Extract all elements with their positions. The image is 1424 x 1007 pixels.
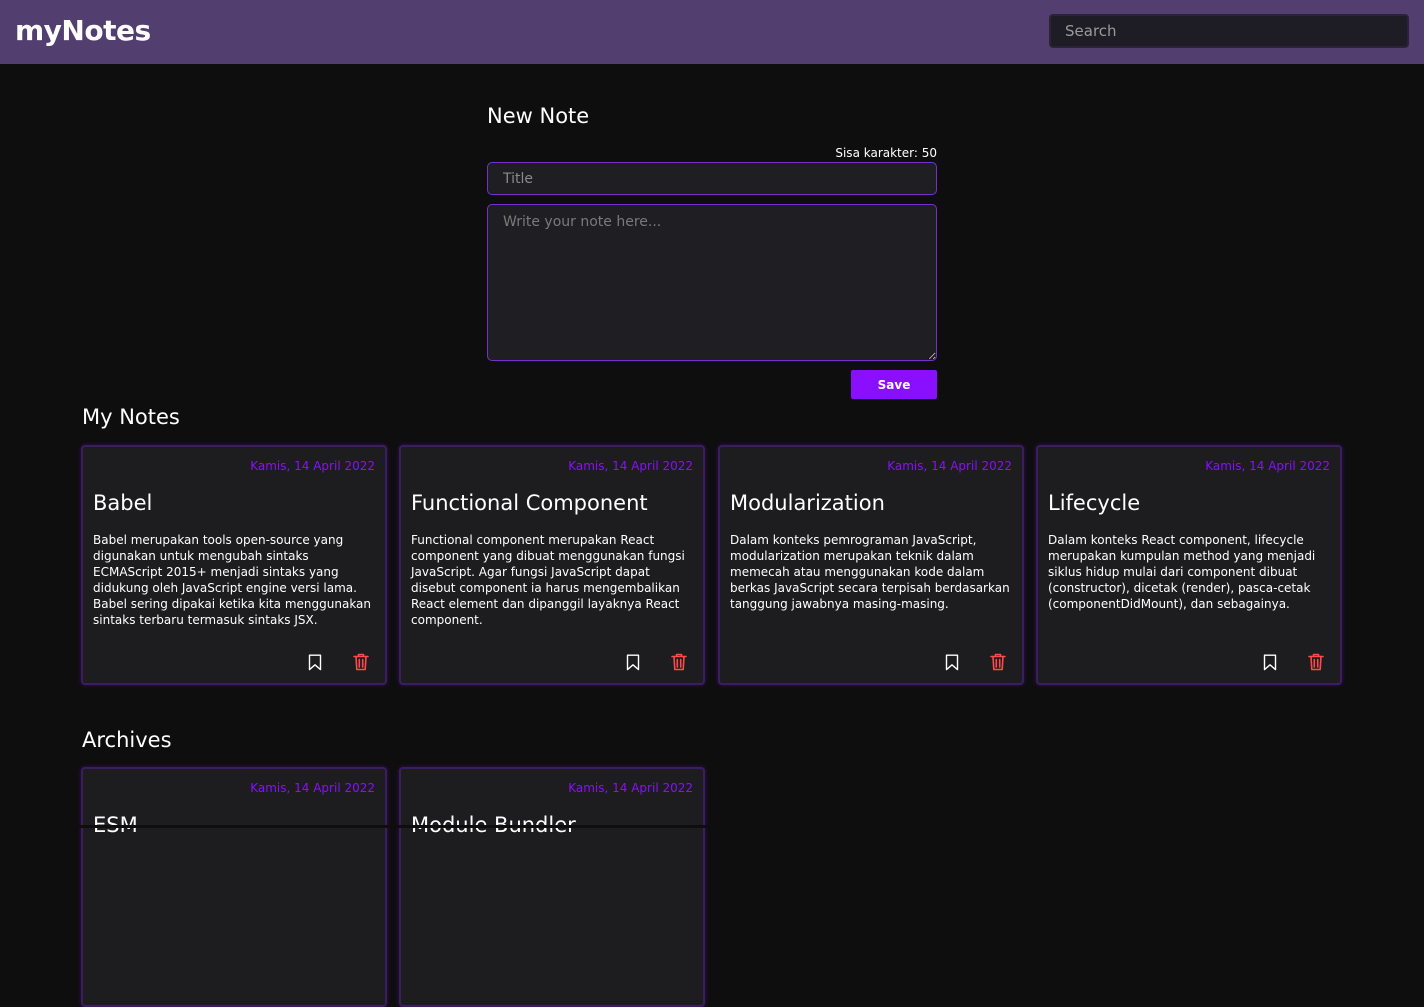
delete-button[interactable] — [669, 651, 689, 673]
note-title: Lifecycle — [1048, 491, 1141, 515]
bookmark-icon — [1263, 654, 1277, 670]
note-card: Kamis, 14 April 2022 Functional Componen… — [399, 445, 705, 685]
note-title: Babel — [93, 491, 153, 515]
note-date: Kamis, 14 April 2022 — [568, 781, 693, 795]
trash-icon — [990, 653, 1006, 671]
trash-icon — [1308, 653, 1324, 671]
archive-button[interactable] — [942, 651, 962, 673]
my-notes-heading: My Notes — [82, 405, 180, 429]
save-button[interactable]: Save — [851, 370, 937, 399]
archive-button[interactable] — [623, 651, 643, 673]
archived-note-card: Kamis, 14 April 2022 Module Bundler — [399, 767, 705, 1007]
delete-button[interactable] — [1306, 651, 1326, 673]
note-title-input[interactable] — [487, 162, 937, 195]
note-date: Kamis, 14 April 2022 — [568, 459, 693, 473]
note-card: Kamis, 14 April 2022 Lifecycle Dalam kon… — [1036, 445, 1342, 685]
trash-icon — [353, 653, 369, 671]
archived-note-card: Kamis, 14 April 2022 ESM — [81, 767, 387, 1007]
note-date: Kamis, 14 April 2022 — [250, 459, 375, 473]
note-title: Functional Component — [411, 491, 648, 515]
note-card: Kamis, 14 April 2022 Modularization Dala… — [718, 445, 1024, 685]
note-title: Modularization — [730, 491, 885, 515]
trash-icon — [671, 653, 687, 671]
archive-button[interactable] — [305, 651, 325, 673]
note-body: Dalam konteks React component, lifecycle… — [1048, 533, 1316, 611]
delete-button[interactable] — [351, 651, 371, 673]
note-body: Dalam konteks pemrograman JavaScript, mo… — [730, 533, 1010, 611]
archives-heading: Archives — [82, 728, 172, 752]
note-card: Kamis, 14 April 2022 Babel Babel merupak… — [81, 445, 387, 685]
app-logo: myNotes — [15, 14, 151, 47]
note-date: Kamis, 14 April 2022 — [887, 459, 1012, 473]
bookmark-icon — [945, 654, 959, 670]
delete-button[interactable] — [988, 651, 1008, 673]
bookmark-icon — [626, 654, 640, 670]
note-date: Kamis, 14 April 2022 — [1205, 459, 1330, 473]
search-input[interactable] — [1049, 14, 1409, 48]
archive-button[interactable] — [1260, 651, 1280, 673]
note-body-textarea[interactable] — [487, 204, 937, 361]
char-counter: Sisa karakter: 50 — [835, 146, 937, 160]
app-header: myNotes — [0, 0, 1424, 64]
note-body: Babel merupakan tools open-source yang d… — [93, 533, 372, 627]
new-note-heading: New Note — [487, 104, 590, 128]
bookmark-icon — [308, 654, 322, 670]
note-body: Functional component merupakan React com… — [411, 533, 685, 627]
note-date: Kamis, 14 April 2022 — [250, 781, 375, 795]
